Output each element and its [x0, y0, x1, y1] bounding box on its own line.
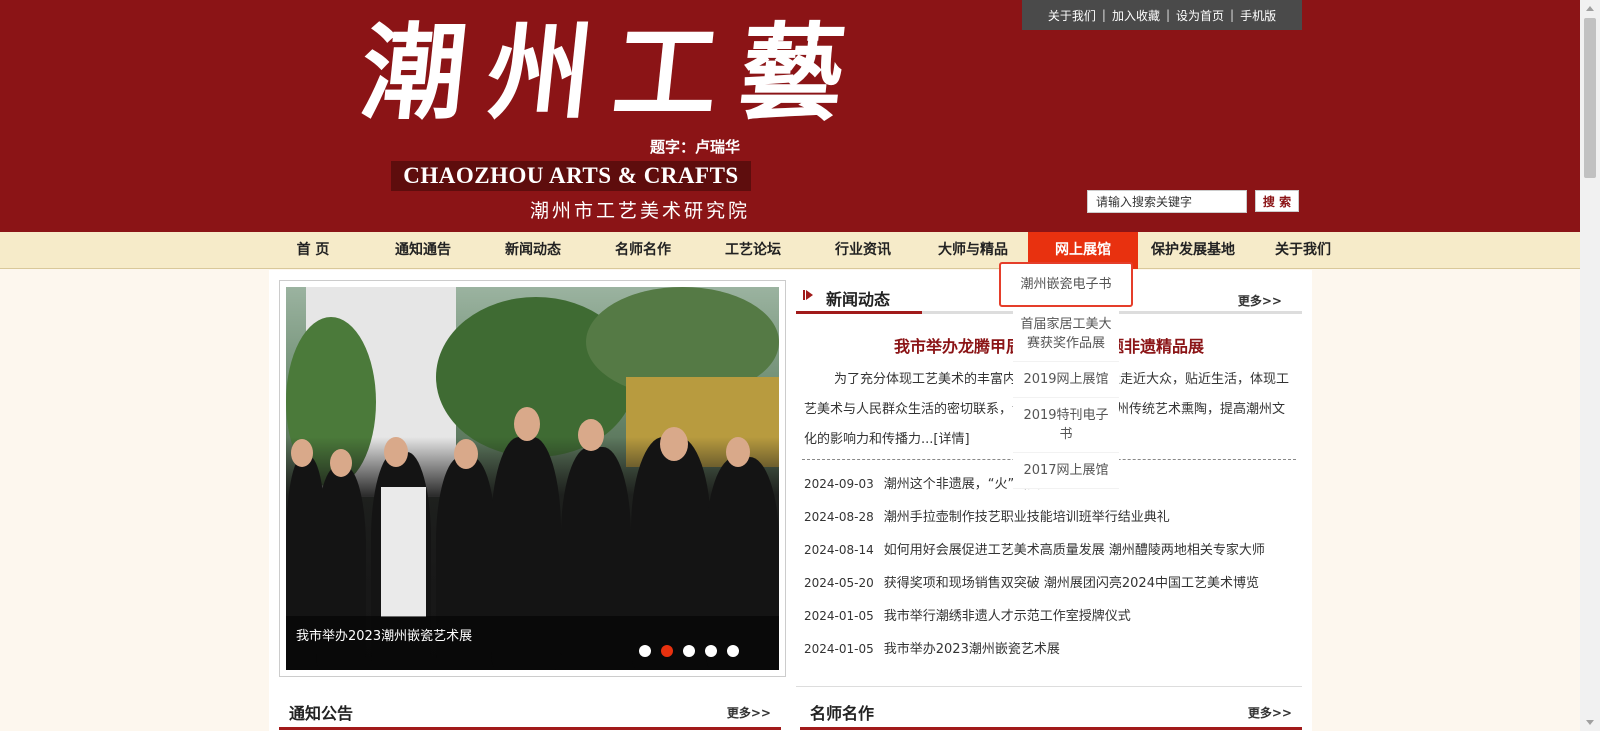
nav-item-home[interactable]: 首 页 — [258, 232, 368, 269]
top-link-favorite[interactable]: 加入收藏 — [1112, 7, 1160, 24]
logo-english: CHAOZHOU ARTS & CRAFTS — [391, 161, 751, 191]
news-list-item[interactable]: 2024-08-14 如何用好会展促进工艺美术高质量发展 潮州醴陵两地相关专家大师 — [804, 534, 1302, 567]
nav-item-news[interactable]: 新闻动态 — [478, 232, 588, 269]
carousel-dot-1[interactable] — [639, 645, 651, 657]
site-logo-calligraphy[interactable]: 潮州工藝 — [355, 8, 873, 138]
news-title[interactable]: 获得奖项和现场销售双突破 潮州展团闪亮2024中国工艺美术博览 — [884, 576, 1259, 591]
carousel-dot-2[interactable] — [661, 645, 673, 657]
photo-face — [660, 427, 688, 461]
site-header: 关于我们 | 加入收藏 | 设为首页 | 手机版 潮州工藝 题字：卢瑞华 CHA… — [0, 0, 1580, 232]
page-scrollbar[interactable] — [1580, 0, 1600, 731]
news-list-item[interactable]: 2024-01-05 我市举行潮绣非遗人才示范工作室授牌仪式 — [804, 600, 1302, 633]
news-title[interactable]: 我市举行潮绣非遗人才示范工作室授牌仪式 — [884, 609, 1131, 624]
photo-face — [578, 419, 604, 451]
logo-credit: 题字：卢瑞华 — [650, 138, 741, 156]
search-input[interactable] — [1087, 190, 1247, 213]
image-carousel: 我市举办2023潮州嵌瓷艺术展 — [279, 280, 786, 677]
scrollbar-thumb[interactable] — [1584, 18, 1596, 178]
masters-section-title: 名师名作 — [810, 704, 875, 723]
news-date: 2024-01-05 — [804, 642, 874, 656]
nav-item-forum[interactable]: 工艺论坛 — [698, 232, 808, 269]
top-link-mobile[interactable]: 手机版 — [1240, 7, 1276, 24]
separator: | — [1230, 8, 1235, 22]
news-title[interactable]: 如何用好会展促进工艺美术高质量发展 潮州醴陵两地相关专家大师 — [884, 543, 1265, 558]
dropdown-item-2019-exhibition[interactable]: 2019网上展馆 — [1013, 362, 1119, 398]
carousel-photo[interactable]: 我市举办2023潮州嵌瓷艺术展 — [286, 287, 779, 670]
news-section-title: 新闻动态 — [826, 290, 891, 309]
masters-more-link[interactable]: 更多>> — [1248, 704, 1292, 721]
news-list-item[interactable]: 2024-08-28 潮州手拉壶制作技艺职业技能培训班举行结业典礼 — [804, 501, 1302, 534]
news-list-item[interactable]: 2024-05-20 获得奖项和现场销售双突破 潮州展团闪亮2024中国工艺美术博… — [804, 567, 1302, 600]
news-more-link[interactable]: 更多>> — [1238, 292, 1282, 309]
news-list: 2024-09-03 潮州这个非遗展，“火”出圈了 2024-08-28 潮州手拉壶… — [796, 468, 1302, 666]
news-date: 2024-09-03 — [804, 477, 874, 491]
dropdown-item-home-craft-exhibition[interactable]: 首届家居工美大赛获奖作品展 — [1013, 307, 1119, 362]
top-links-bar: 关于我们 | 加入收藏 | 设为首页 | 手机版 — [1022, 0, 1302, 30]
carousel-dot-3[interactable] — [683, 645, 695, 657]
nav-item-about[interactable]: 关于我们 — [1248, 232, 1358, 269]
main-nav: 首 页 通知通告 新闻动态 名师名作 工艺论坛 行业资讯 大师与精品 网上展馆 … — [0, 232, 1580, 269]
news-title[interactable]: 潮州手拉壶制作技艺职业技能培训班举行结业典礼 — [884, 510, 1170, 525]
photo-shirt — [381, 487, 426, 617]
top-link-homepage[interactable]: 设为首页 — [1176, 7, 1224, 24]
scroll-up-icon[interactable] — [1586, 6, 1594, 11]
separator: | — [1101, 8, 1106, 22]
news-date: 2024-01-05 — [804, 609, 874, 623]
carousel-dot-4[interactable] — [705, 645, 717, 657]
dropdown-item-2017-exhibition[interactable]: 2017网上展馆 — [1013, 453, 1119, 489]
notices-more-link[interactable]: 更多>> — [727, 704, 771, 721]
organization-name: 潮州市工艺美术研究院 — [530, 200, 751, 222]
divider — [796, 686, 1302, 687]
news-date: 2024-08-14 — [804, 543, 874, 557]
carousel-dot-5[interactable] — [727, 645, 739, 657]
section-arrow-icon — [806, 290, 813, 300]
news-date: 2024-08-28 — [804, 510, 874, 524]
top-link-about[interactable]: 关于我们 — [1048, 7, 1096, 24]
photo-face — [384, 437, 408, 467]
section-marker-icon — [803, 290, 805, 300]
online-exhibition-dropdown: 潮州嵌瓷电子书 首届家居工美大赛获奖作品展 2019网上展馆 2019特刊电子书… — [999, 262, 1133, 489]
photo-face — [454, 439, 478, 469]
carousel-dots — [639, 645, 739, 657]
dropdown-item-inlaid-ebook[interactable]: 潮州嵌瓷电子书 — [999, 262, 1133, 307]
section-underline — [796, 311, 922, 314]
masters-section-header: 名师名作 更多>> — [800, 694, 1302, 730]
search-bar: 搜 索 — [1087, 190, 1299, 213]
scroll-down-icon[interactable] — [1586, 720, 1594, 725]
photo-face — [514, 407, 540, 441]
news-title[interactable]: 我市举办2023潮州嵌瓷艺术展 — [884, 642, 1060, 657]
news-list-item[interactable]: 2024-01-05 我市举办2023潮州嵌瓷艺术展 — [804, 633, 1302, 666]
nav-item-industry[interactable]: 行业资讯 — [808, 232, 918, 269]
nav-item-protection-base[interactable]: 保护发展基地 — [1138, 232, 1248, 269]
notices-section-header: 通知公告 更多>> — [279, 694, 781, 730]
photo-face — [291, 439, 313, 467]
news-date: 2024-05-20 — [804, 576, 874, 590]
nav-item-masters[interactable]: 名师名作 — [588, 232, 698, 269]
nav-item-notices[interactable]: 通知通告 — [368, 232, 478, 269]
dropdown-item-2019-ebook[interactable]: 2019特刊电子书 — [1013, 398, 1119, 453]
photo-face — [330, 449, 352, 477]
photo-face — [726, 437, 750, 467]
carousel-caption[interactable]: 我市举办2023潮州嵌瓷艺术展 — [296, 625, 472, 644]
notices-section-title: 通知公告 — [289, 704, 354, 723]
search-button[interactable]: 搜 索 — [1255, 190, 1299, 212]
separator: | — [1165, 8, 1171, 22]
